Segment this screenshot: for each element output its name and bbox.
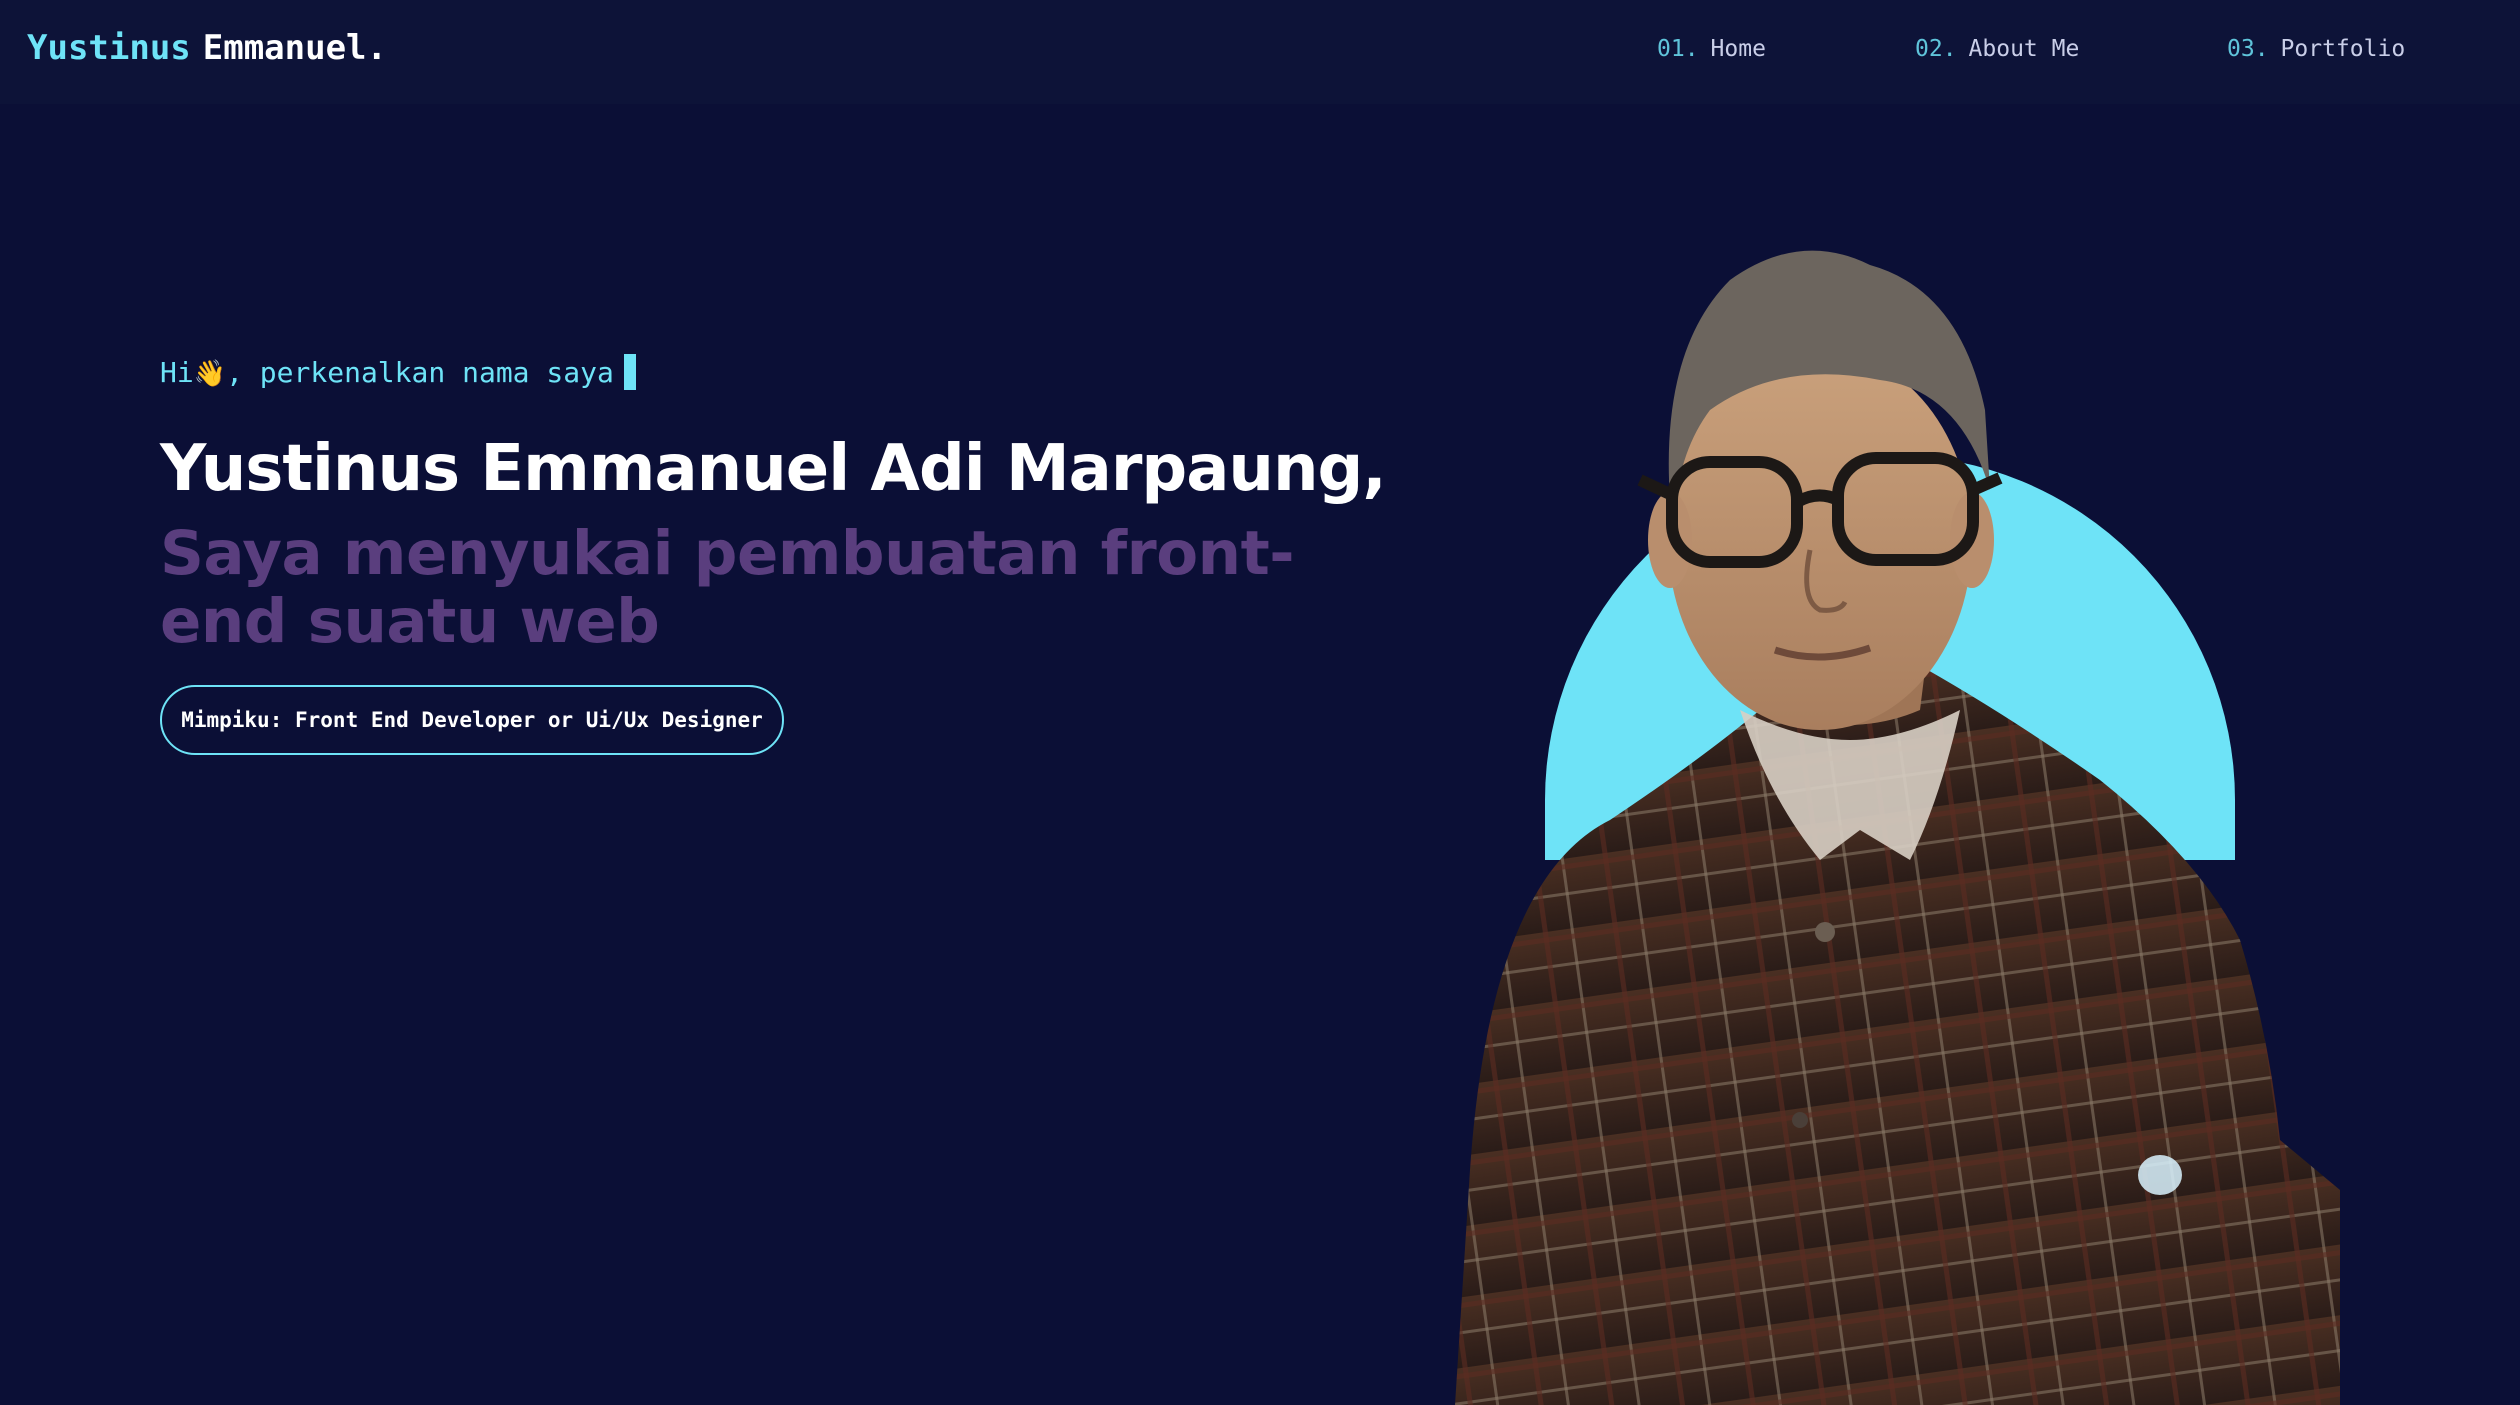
nav-link-home[interactable]: 01. Home xyxy=(1657,36,1766,62)
hero-tagline: Saya menyukai pembuatan front-end suatu … xyxy=(160,518,1295,657)
nav-link-about-me[interactable]: 02. About Me xyxy=(1915,36,2079,62)
dream-badge: Mimpiku: Front End Developer or Ui/Ux De… xyxy=(160,685,784,755)
logo-first-name: Yustinus xyxy=(27,28,191,68)
hero-greeting: Hi👋, perkenalkan nama saya xyxy=(160,354,636,390)
greeting-prefix: Hi xyxy=(160,356,194,389)
nav-link-number: 02. xyxy=(1915,36,1957,62)
logo-last-name: Emmanuel. xyxy=(202,28,387,68)
waving-hand-icon: 👋 xyxy=(193,359,227,389)
typing-cursor xyxy=(623,354,636,390)
nav-link-label: Portfolio xyxy=(2280,36,2406,62)
profile-photo xyxy=(1455,250,2340,1405)
nav-link-number: 01. xyxy=(1657,36,1699,62)
nav-link-label: About Me xyxy=(1968,36,2080,62)
site-logo[interactable]: Yustinus Emmanuel. xyxy=(27,28,387,68)
nav-link-portfolio[interactable]: 03. Portfolio xyxy=(2227,36,2405,62)
navbar: Yustinus Emmanuel. 01. Home 02. About Me 03… xyxy=(0,0,2520,104)
greeting-suffix: , perkenalkan nama saya xyxy=(226,356,614,389)
nav-link-number: 03. xyxy=(2227,36,2269,62)
hero-name: Yustinus Emmanuel Adi Marpaung, xyxy=(160,432,1387,506)
nav-link-label: Home xyxy=(1710,36,1766,62)
